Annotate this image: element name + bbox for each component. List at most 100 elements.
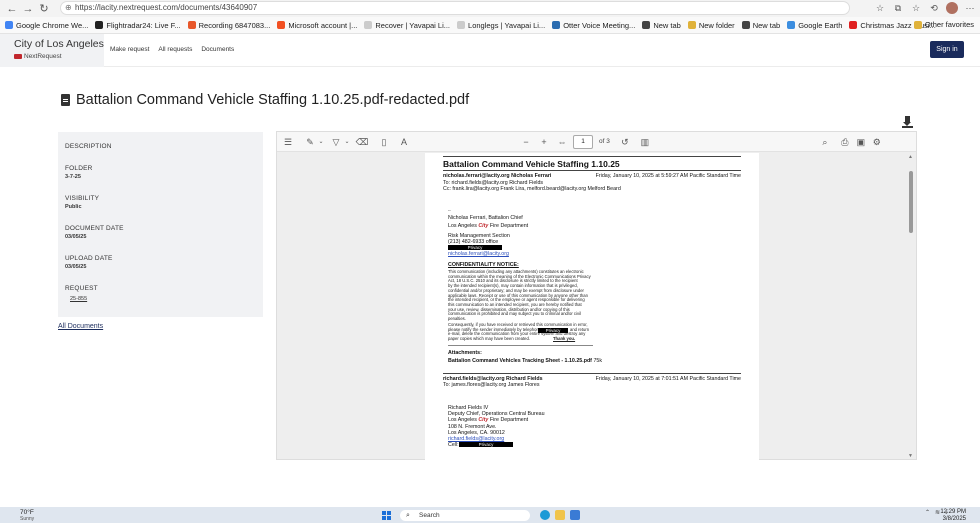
thank-you: Thank you. [553, 336, 576, 341]
request-group: REQUEST 25-855 [65, 285, 256, 302]
favorites-icon[interactable]: ☆ [910, 2, 922, 14]
pdf-title: Battalion Command Vehicle Staffing 1.10.… [443, 159, 620, 169]
weather-widget[interactable]: 70°F Sunny [20, 509, 34, 522]
windows-start-icon[interactable] [382, 511, 391, 520]
attachment-name[interactable]: Battalion Command Vehicles Tracking Shee… [448, 358, 592, 364]
star-icon[interactable]: ☆ [874, 2, 886, 14]
visibility-label: VISIBILITY [65, 195, 100, 202]
settings-icon[interactable]: ⚙ [870, 132, 884, 152]
bookmark-label: New tab [752, 20, 781, 30]
bookmark-item[interactable]: Recording 6847083... [187, 21, 270, 30]
zoom-out-icon[interactable]: − [519, 132, 533, 152]
sig1-city-logo: City [478, 223, 489, 229]
divider [443, 156, 741, 157]
divider [448, 345, 593, 346]
bookmark-label: Otter Voice Meeting... [563, 20, 636, 30]
bookmark-item[interactable]: New tab [741, 20, 781, 30]
wifi-icon[interactable]: ≋ [935, 509, 940, 516]
brand[interactable]: City of Los Angeles NextRequest [0, 34, 104, 67]
bookmark-item[interactable]: Google Earth [787, 21, 842, 30]
eraser-icon[interactable]: ⌫ [355, 132, 369, 152]
bookmark-item[interactable]: Longlegs | Yavapai Li... [457, 21, 545, 30]
bookmark-item[interactable]: Recover | Yavapai Li... [364, 21, 450, 30]
zoom-in-icon[interactable]: + [537, 132, 551, 152]
sig2-dept: Los Angeles City Fire Department [448, 417, 528, 423]
toc-icon[interactable]: ☰ [281, 132, 295, 152]
print-icon[interactable]: ⎙ [838, 132, 852, 152]
search-icon: ⌕ [406, 512, 410, 519]
save-icon[interactable]: ▣ [854, 132, 868, 152]
bookmark-label: Google Chrome We... [16, 20, 89, 30]
sig2-city-logo: City [478, 417, 489, 423]
sign-in-button[interactable]: Sign in [930, 41, 964, 58]
file-explorer-icon[interactable] [555, 510, 565, 520]
sig1-email[interactable]: nicholas.ferrari@lacity.org [448, 251, 509, 257]
visibility-value: Public [65, 204, 82, 210]
highlight-icon[interactable]: ▽ [329, 132, 343, 152]
profile-avatar[interactable] [946, 2, 958, 14]
brand-subtitle: NextRequest [14, 53, 104, 60]
chevron-down-icon[interactable]: ⌄ [317, 132, 325, 152]
email1-date: Friday, January 10, 2025 at 5:59:27 AM P… [595, 173, 741, 179]
sig1-dash: -- [448, 208, 451, 213]
upload-date-label: UPLOAD DATE [65, 255, 113, 262]
nav-documents[interactable]: Documents [201, 46, 234, 53]
folder-icon [913, 20, 922, 29]
bookmark-label: New folder [698, 20, 735, 30]
scroll-up-icon[interactable]: ▲ [908, 154, 913, 160]
taskbar-apps [540, 510, 580, 520]
bookmark-item[interactable]: New folder [687, 20, 735, 30]
clock[interactable]: 12:29 PM 3/8/2025 [940, 509, 966, 523]
email1-from: nicholas.ferrari@lacity.org Nicholas Fer… [443, 173, 552, 179]
download-icon[interactable] [902, 116, 913, 128]
nav-make-request[interactable]: Make request [110, 46, 149, 53]
bookmark-item[interactable]: Google Chrome We... [5, 21, 88, 30]
app-header: City of Los Angeles NextRequest Make req… [0, 34, 980, 67]
scroll-down-icon[interactable]: ▼ [908, 453, 913, 459]
sig1-name: Nicholas Ferrari, Battalion Chief [448, 215, 523, 221]
chevron-up-icon[interactable]: ⌃ [925, 509, 930, 516]
bookmark-label: New tab [653, 20, 681, 30]
app-icon[interactable] [570, 510, 580, 520]
bookmark-label: Microsoft account |... [288, 20, 358, 30]
search-icon[interactable]: ⌕ [818, 132, 832, 152]
bookmark-item[interactable]: Otter Voice Meeting... [552, 21, 635, 30]
address-bar[interactable]: ⊕ https://lacity.nextrequest.com/documen… [60, 1, 850, 15]
refresh-icon[interactable]: ↻ [36, 2, 52, 16]
all-documents-link[interactable]: All Documents [58, 323, 103, 330]
history-icon[interactable]: ⟲ [928, 2, 940, 14]
back-icon[interactable]: ← [4, 2, 20, 16]
other-favorites-label: Other favorites [924, 20, 974, 29]
bookmark-item[interactable]: Microsoft account |... [277, 21, 357, 30]
request-link[interactable]: 25-855 [70, 296, 256, 302]
reading-view-icon[interactable]: ▯ [377, 132, 391, 152]
edge-app-icon[interactable] [540, 510, 550, 520]
menu-icon[interactable]: ⋯ [964, 2, 976, 14]
nav-all-requests[interactable]: All requests [158, 46, 192, 53]
email2-date: Friday, January 10, 2025 at 7:01:51 AM P… [595, 376, 741, 382]
read-aloud-icon[interactable]: A [397, 132, 411, 152]
forward-icon[interactable]: → [20, 2, 36, 16]
notice-line: communication is prohibited and may subj… [448, 311, 581, 317]
chevron-down-icon[interactable]: ⌄ [343, 132, 351, 152]
taskbar-search[interactable]: ⌕ Search [400, 510, 530, 521]
extensions-icon[interactable]: ⧉ [892, 2, 904, 14]
email1-cc: Cc: frank.lira@lacity.org Frank Lira, me… [443, 186, 621, 192]
clock-time: 12:29 PM [940, 509, 966, 515]
other-favorites[interactable]: Other favorites [913, 20, 974, 29]
bookmark-item[interactable]: Flightradar24: Live F... [95, 21, 181, 30]
sig1-dept: Los Angeles City Fire Department [448, 223, 528, 229]
page-number-input[interactable]: 1 [573, 134, 593, 149]
draw-icon[interactable]: ✎ [303, 132, 317, 152]
pdf-scrollbar[interactable]: ▲ ▼ [908, 154, 914, 459]
page-title: Battalion Command Vehicle Staffing 1.10.… [76, 92, 470, 108]
clock-date: 3/8/2025 [942, 516, 966, 522]
bookmark-favicon-icon [687, 21, 696, 29]
page-view-icon[interactable]: ▥ [638, 132, 652, 152]
rotate-icon[interactable]: ↺ [618, 132, 632, 152]
bookmark-item[interactable]: New tab [642, 21, 681, 30]
bookmark-favicon-icon [277, 21, 286, 29]
scroll-thumb[interactable] [909, 171, 913, 233]
fit-page-icon[interactable]: ⇔ [555, 132, 569, 152]
document-details: DESCRIPTION FOLDER 3-7-25 VISIBILITY Pub… [58, 132, 263, 317]
